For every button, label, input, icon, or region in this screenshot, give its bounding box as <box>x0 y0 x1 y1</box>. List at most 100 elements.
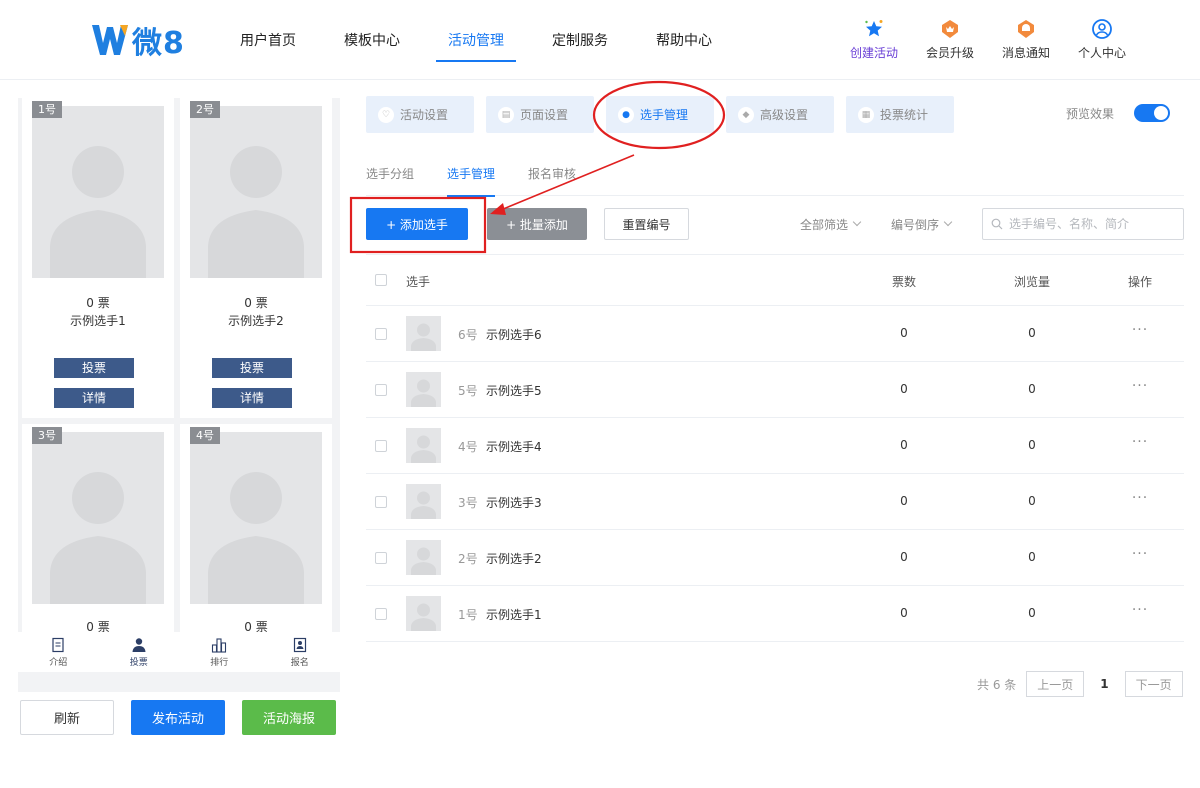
avatar-placeholder-icon <box>50 472 146 604</box>
select-all-checkbox[interactable] <box>375 274 387 286</box>
publish-activity-button[interactable]: 发布活动 <box>131 700 225 735</box>
row-checkbox[interactable] <box>375 384 387 396</box>
vote-button[interactable]: 投票 <box>54 358 134 378</box>
nav-item-custom-service[interactable]: 定制服务 <box>532 0 628 80</box>
tab-intro[interactable]: 介绍 <box>18 632 99 672</box>
avatar-placeholder-icon <box>411 603 436 631</box>
tab-player-management[interactable]: ● 选手管理 <box>606 96 714 133</box>
table-row: 3号 示例选手3 0 0 ··· <box>366 474 1184 530</box>
tab-signup[interactable]: 报名 <box>260 632 341 672</box>
player-views: 0 <box>1028 494 1036 508</box>
player-number: 4号 <box>458 440 478 454</box>
tab-vote-stats[interactable]: ▦ 投票统计 <box>846 96 954 133</box>
subtab-player-groups[interactable]: 选手分组 <box>366 150 414 196</box>
more-actions-icon[interactable]: ··· <box>1114 490 1166 506</box>
preview-effect-switch[interactable] <box>1134 104 1171 122</box>
player-name: 示例选手1 <box>70 314 126 328</box>
batch-add-button[interactable]: + 批量添加 <box>487 208 587 240</box>
tab-ranking-label: 排行 <box>210 657 229 668</box>
more-actions-icon[interactable]: ··· <box>1114 322 1166 338</box>
player-votes: 0 <box>900 550 908 564</box>
pagination-total: 共 6 条 <box>977 677 1017 692</box>
player-avatar <box>406 596 441 631</box>
current-page[interactable]: 1 <box>1100 677 1108 691</box>
create-activity-button[interactable]: 创建活动 <box>836 18 912 61</box>
row-checkbox[interactable] <box>375 552 387 564</box>
player-grid: 1号 0 票 示例选手1 投票 详情 2号 0 票 示例选手2 投票 详情 3号… <box>18 98 340 634</box>
player-votes: 0 <box>900 494 908 508</box>
tab-vote[interactable]: 投票 <box>99 632 180 672</box>
prev-page-button[interactable]: 上一页 <box>1026 671 1085 697</box>
logo-text: 微8 <box>132 26 185 61</box>
tab-activity-settings[interactable]: ♡ 活动设置 <box>366 96 474 133</box>
player-name: 示例选手1 <box>486 608 542 622</box>
player-photo <box>190 106 322 278</box>
activity-poster-button[interactable]: 活动海报 <box>242 700 336 735</box>
filter-all-dropdown[interactable]: 全部筛选 <box>800 208 862 240</box>
player-card: 2号 0 票 示例选手2 投票 详情 <box>180 98 332 418</box>
preview-bottom-tabs: 介绍 投票 排行 报名 <box>18 632 340 672</box>
tab-vote-stats-label: 投票统计 <box>880 108 929 122</box>
player-number: 2号 <box>458 552 478 566</box>
mobile-preview: 1号 0 票 示例选手1 投票 详情 2号 0 票 示例选手2 投票 详情 3号… <box>18 98 340 692</box>
row-checkbox[interactable] <box>375 328 387 340</box>
table-row: 1号 示例选手1 0 0 ··· <box>366 586 1184 642</box>
player-name: 示例选手2 <box>228 314 284 328</box>
row-checkbox[interactable] <box>375 608 387 620</box>
reset-numbers-button[interactable]: 重置编号 <box>604 208 689 240</box>
player-avatar <box>406 484 441 519</box>
avatar-placeholder-icon <box>411 379 436 407</box>
player-number-tag: 1号 <box>32 101 62 118</box>
user-icon: ● <box>618 106 634 123</box>
avatar-placeholder-icon <box>411 323 436 351</box>
sort-order-dropdown[interactable]: 编号倒序 <box>891 208 953 240</box>
personal-center-button[interactable]: 个人中心 <box>1064 18 1140 61</box>
nav-item-home[interactable]: 用户首页 <box>220 0 316 80</box>
bell-badge-icon <box>1018 20 1034 38</box>
player-number: 5号 <box>458 384 478 398</box>
nav-item-templates[interactable]: 模板中心 <box>324 0 420 80</box>
row-checkbox[interactable] <box>375 496 387 508</box>
player-toolbar: + 添加选手 + 批量添加 重置编号 全部筛选 编号倒序 <box>366 208 1184 240</box>
detail-button[interactable]: 详情 <box>54 388 134 408</box>
preview-actions: 刷新 发布活动 活动海报 <box>20 700 353 735</box>
next-page-button[interactable]: 下一页 <box>1124 671 1183 697</box>
tab-ranking[interactable]: 排行 <box>179 632 260 672</box>
logo[interactable]: 微8 <box>90 20 185 61</box>
search-input[interactable] <box>1009 217 1179 231</box>
vote-button[interactable]: 投票 <box>212 358 292 378</box>
crown-badge-icon <box>942 20 958 38</box>
bar-chart-icon <box>212 637 227 653</box>
logo-w-icon <box>92 25 128 55</box>
page-root: 微8 用户首页 模板中心 活动管理 定制服务 帮助中心 创建活动 会员升级 消息… <box>0 0 1200 788</box>
player-views: 0 <box>1028 438 1036 452</box>
subtab-player-management[interactable]: 选手管理 <box>447 150 496 197</box>
player-number-tag: 3号 <box>32 427 62 444</box>
more-actions-icon[interactable]: ··· <box>1114 546 1166 562</box>
more-actions-icon[interactable]: ··· <box>1114 378 1166 394</box>
subtab-signup-review[interactable]: 报名审核 <box>528 150 576 196</box>
page-icon: ▤ <box>498 106 514 123</box>
member-upgrade-button[interactable]: 会员升级 <box>912 18 988 61</box>
refresh-button[interactable]: 刷新 <box>20 700 114 735</box>
notifications-button[interactable]: 消息通知 <box>988 18 1064 61</box>
more-actions-icon[interactable]: ··· <box>1114 602 1166 618</box>
player-photo <box>190 432 322 604</box>
add-player-button[interactable]: + 添加选手 <box>366 208 468 240</box>
stats-icon: ▦ <box>858 106 874 123</box>
tab-player-management-label: 选手管理 <box>640 108 689 122</box>
table-row: 4号 示例选手4 0 0 ··· <box>366 418 1184 474</box>
row-checkbox[interactable] <box>375 440 387 452</box>
nav-item-activity-management[interactable]: 活动管理 <box>428 0 524 80</box>
nav-item-help-center[interactable]: 帮助中心 <box>636 0 732 80</box>
player-number-tag: 2号 <box>190 101 220 118</box>
player-avatar <box>406 372 441 407</box>
player-name: 示例选手4 <box>486 440 542 454</box>
player-avatar <box>406 428 441 463</box>
player-name: 示例选手6 <box>486 328 542 342</box>
tab-page-settings[interactable]: ▤ 页面设置 <box>486 96 594 133</box>
tab-advanced-settings[interactable]: ◆ 高级设置 <box>726 96 834 133</box>
more-actions-icon[interactable]: ··· <box>1114 434 1166 450</box>
header-views: 浏览量 <box>1013 275 1050 289</box>
detail-button[interactable]: 详情 <box>212 388 292 408</box>
